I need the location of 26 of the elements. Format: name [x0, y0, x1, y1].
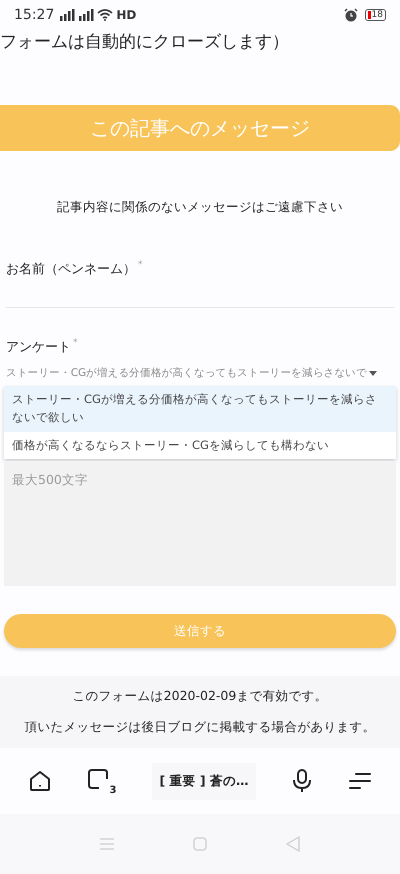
back-icon[interactable] [286, 836, 300, 852]
microphone-icon[interactable] [291, 768, 314, 794]
menu-icon[interactable] [348, 771, 372, 792]
form-close-notice: フォームは自動的にクローズします） [0, 32, 290, 52]
network-label: HD [116, 8, 136, 22]
status-time: 15:27 [14, 7, 54, 23]
battery-icon: 18 [364, 9, 386, 21]
footer-text: このフォームは2020-02-09まで有効です。 [72, 688, 328, 706]
header-banner: この記事へのメッセージ [0, 105, 400, 151]
field-label: アンケート [6, 339, 71, 356]
required-mark: * [138, 260, 142, 272]
notice-text: 記事内容に関係のないメッセージはご遠慮下さい [56, 199, 344, 216]
tab-title[interactable]: [ 重要 ] 蒼の… [152, 762, 256, 800]
required-mark: * [73, 338, 78, 350]
placeholder-text: 最大500文字 [12, 472, 88, 488]
signal-icon [78, 9, 94, 21]
signal-icon [59, 9, 76, 21]
caret-icon [368, 370, 377, 376]
alarm-icon [344, 8, 358, 22]
footer-text: 頂いたメッセージは後日ブログに掲載する場合があります。 [24, 719, 376, 736]
dropdown-option[interactable]: ストーリー・CGが増える分価格が高くなってもストーリーを減らさないで欲しい [4, 386, 396, 432]
tabs-button[interactable]: 3 [86, 768, 116, 794]
dropdown-option[interactable]: 価格が高くなるならストーリー・CGを減らしても構わない [4, 432, 396, 460]
wifi-icon [97, 9, 114, 21]
home-icon[interactable] [28, 769, 52, 794]
field-label: お名前（ペンネーム） [6, 261, 136, 278]
